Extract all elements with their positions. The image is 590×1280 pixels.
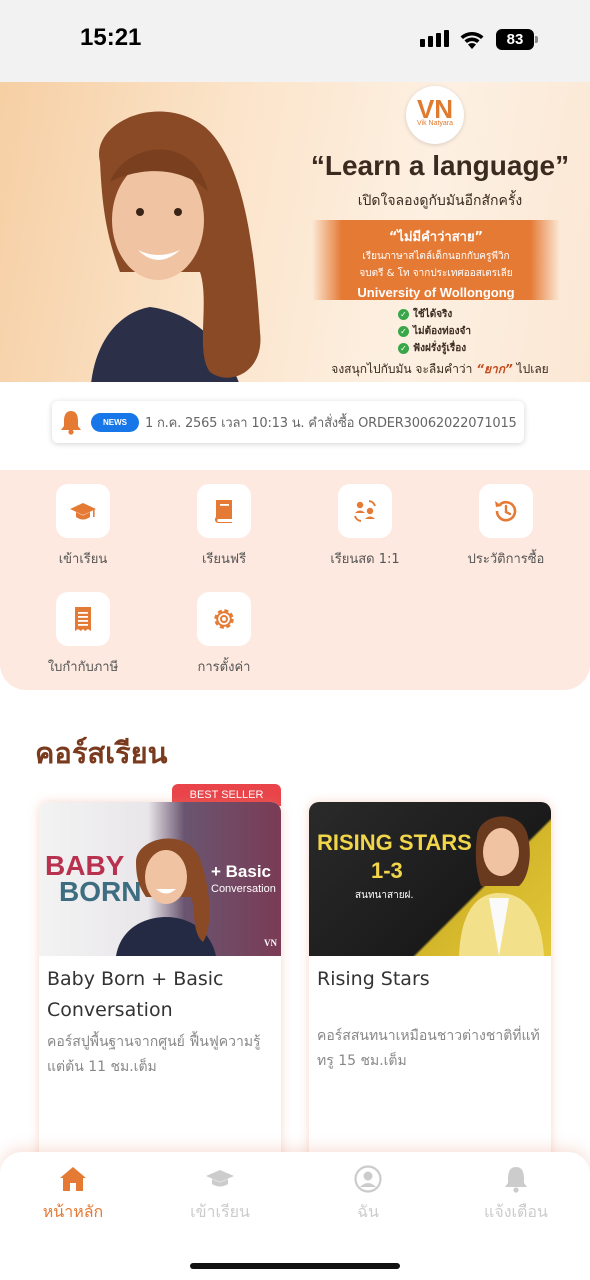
menu-label: เรียนฟรี <box>201 552 247 567</box>
menu-label: เรียนสด 1:1 <box>330 552 400 567</box>
menu-item-tax-invoice[interactable]: ใบกำกับภาษี <box>13 592 153 677</box>
ribbon-university: University of Wollongong <box>357 285 515 300</box>
check-item: ✓ ฟังฝรั่งรู้เรื่อง <box>398 340 471 357</box>
quick-menu: เข้าเรียน เรียนฟรี เรียนสด 1:1 ประวัติกา… <box>0 470 590 690</box>
courses-section-title: คอร์สเรียน <box>35 736 168 770</box>
course-thumbnail: RISING STARS 1-3 สนทนาสายฝ. <box>309 802 551 956</box>
course-title: Baby Born + Basic Conversation <box>47 968 224 1021</box>
course-thumbnail: BABY BORN + Basic Conversation VN <box>39 802 281 956</box>
check-icon: ✓ <box>398 343 409 354</box>
menu-item-enter-class[interactable]: เข้าเรียน <box>13 484 153 569</box>
gear-icon <box>214 609 234 629</box>
check-item: ✓ ใช้ได้จริง <box>398 306 471 323</box>
course-card-rising-stars[interactable]: RISING STARS 1-3 สนทนาสายฝ. Rising Stars… <box>309 802 551 1172</box>
menu-label: เข้าเรียน <box>58 552 108 567</box>
banner-checklist: ✓ ใช้ได้จริง ✓ ไม่ต้องท่องจำ ✓ ฟังฝรั่งรู้เ… <box>398 306 471 357</box>
course-description: คอร์สสนทนาเหมือนชาวต่างชาติที่แท้ทรู 15 … <box>317 1028 540 1069</box>
check-icon: ✓ <box>398 326 409 337</box>
home-icon <box>60 1167 86 1191</box>
history-icon <box>495 500 517 522</box>
menu-label: ประวัติการซื้อ <box>467 552 545 567</box>
tab-label: แจ้งเตือน <box>484 1202 548 1221</box>
bottom-tab-bar: หน้าหลัก เข้าเรียน ฉัน แจ้งเตือน <box>0 1152 590 1280</box>
receipt-icon <box>75 607 91 631</box>
graduation-cap-icon <box>70 503 96 520</box>
tab-label: หน้าหลัก <box>42 1202 104 1221</box>
teacher-photo <box>116 838 216 956</box>
menu-item-settings[interactable]: การตั้งค่า <box>154 592 294 677</box>
banner-footer: จงสนุกไปกับมัน จะลืมคำว่า “ยาก” ไปเลย <box>331 362 549 376</box>
teacher-photo <box>459 816 544 956</box>
vn-logo: VN Vik Natyara <box>406 86 464 144</box>
ribbon-line-2: จบตรี & โท จากประเทศออสเตรเลีย <box>359 268 513 279</box>
cellular-signal-icon <box>420 30 449 47</box>
teacher-photo <box>91 111 261 382</box>
vn-logo-small: VN <box>264 938 277 948</box>
tab-label: เข้าเรียน <box>190 1202 250 1221</box>
home-indicator[interactable] <box>190 1263 400 1269</box>
news-text: 1 ก.ค. 2565 เวลา 10:13 น. คำสั่งซื้อ ORD… <box>145 415 517 431</box>
graduation-cap-icon <box>206 1170 234 1187</box>
menu-item-free-class[interactable]: เรียนฟรี <box>154 484 294 569</box>
ribbon-title: “ไม่มีคำว่าสาย” <box>388 230 484 245</box>
tab-enter-class[interactable]: เข้าเรียน <box>160 1164 280 1225</box>
menu-item-purchase-history[interactable]: ประวัติการซื้อ <box>436 484 576 569</box>
user-icon <box>354 1165 382 1193</box>
menu-item-live-class[interactable]: เรียนสด 1:1 <box>295 484 435 569</box>
tab-label: ฉัน <box>357 1202 379 1221</box>
wifi-icon <box>460 32 484 49</box>
live-class-icon <box>354 500 376 522</box>
ribbon-line-1: เรียนภาษาสไตล์เด็กนอกกับครูพีวิก <box>362 251 510 262</box>
banner-ribbon: “ไม่มีคำว่าสาย” เรียนภาษาสไตล์เด็กนอกกับ… <box>312 220 560 300</box>
status-time: 15:21 <box>80 24 142 51</box>
tab-notifications[interactable]: แจ้งเตือน <box>456 1164 576 1225</box>
tab-home[interactable]: หน้าหลัก <box>13 1164 133 1225</box>
tab-profile[interactable]: ฉัน <box>308 1164 428 1225</box>
banner-headline: “Learn a language” <box>310 150 570 181</box>
course-card-baby-born[interactable]: BABY BORN + Basic Conversation VN Baby B… <box>39 802 281 1172</box>
bell-icon <box>505 1167 527 1193</box>
banner-subline: เปิดใจลองดูกับมันอีกสักครั้ง <box>357 193 523 209</box>
menu-label: การตั้งค่า <box>197 660 251 675</box>
course-description: คอร์สปูพื้นฐานจากศูนย์ ฟื้นฟูความรู้แต่ต… <box>47 1034 261 1075</box>
menu-label: ใบกำกับภาษี <box>47 660 119 675</box>
book-icon <box>214 500 232 523</box>
promo-banner[interactable]: VN Vik Natyara “Learn a language” เปิดใจ… <box>0 82 590 382</box>
battery-icon: 83 <box>496 29 538 50</box>
check-item: ✓ ไม่ต้องท่องจำ <box>398 323 471 340</box>
check-icon: ✓ <box>398 309 409 320</box>
bell-icon <box>61 411 81 435</box>
status-bar: 15:21 83 <box>0 0 590 82</box>
course-title: Rising Stars <box>317 968 430 990</box>
news-ticker[interactable]: NEWS 1 ก.ค. 2565 เวลา 10:13 น. คำสั่งซื้… <box>52 401 524 443</box>
news-badge: NEWS <box>91 412 139 432</box>
